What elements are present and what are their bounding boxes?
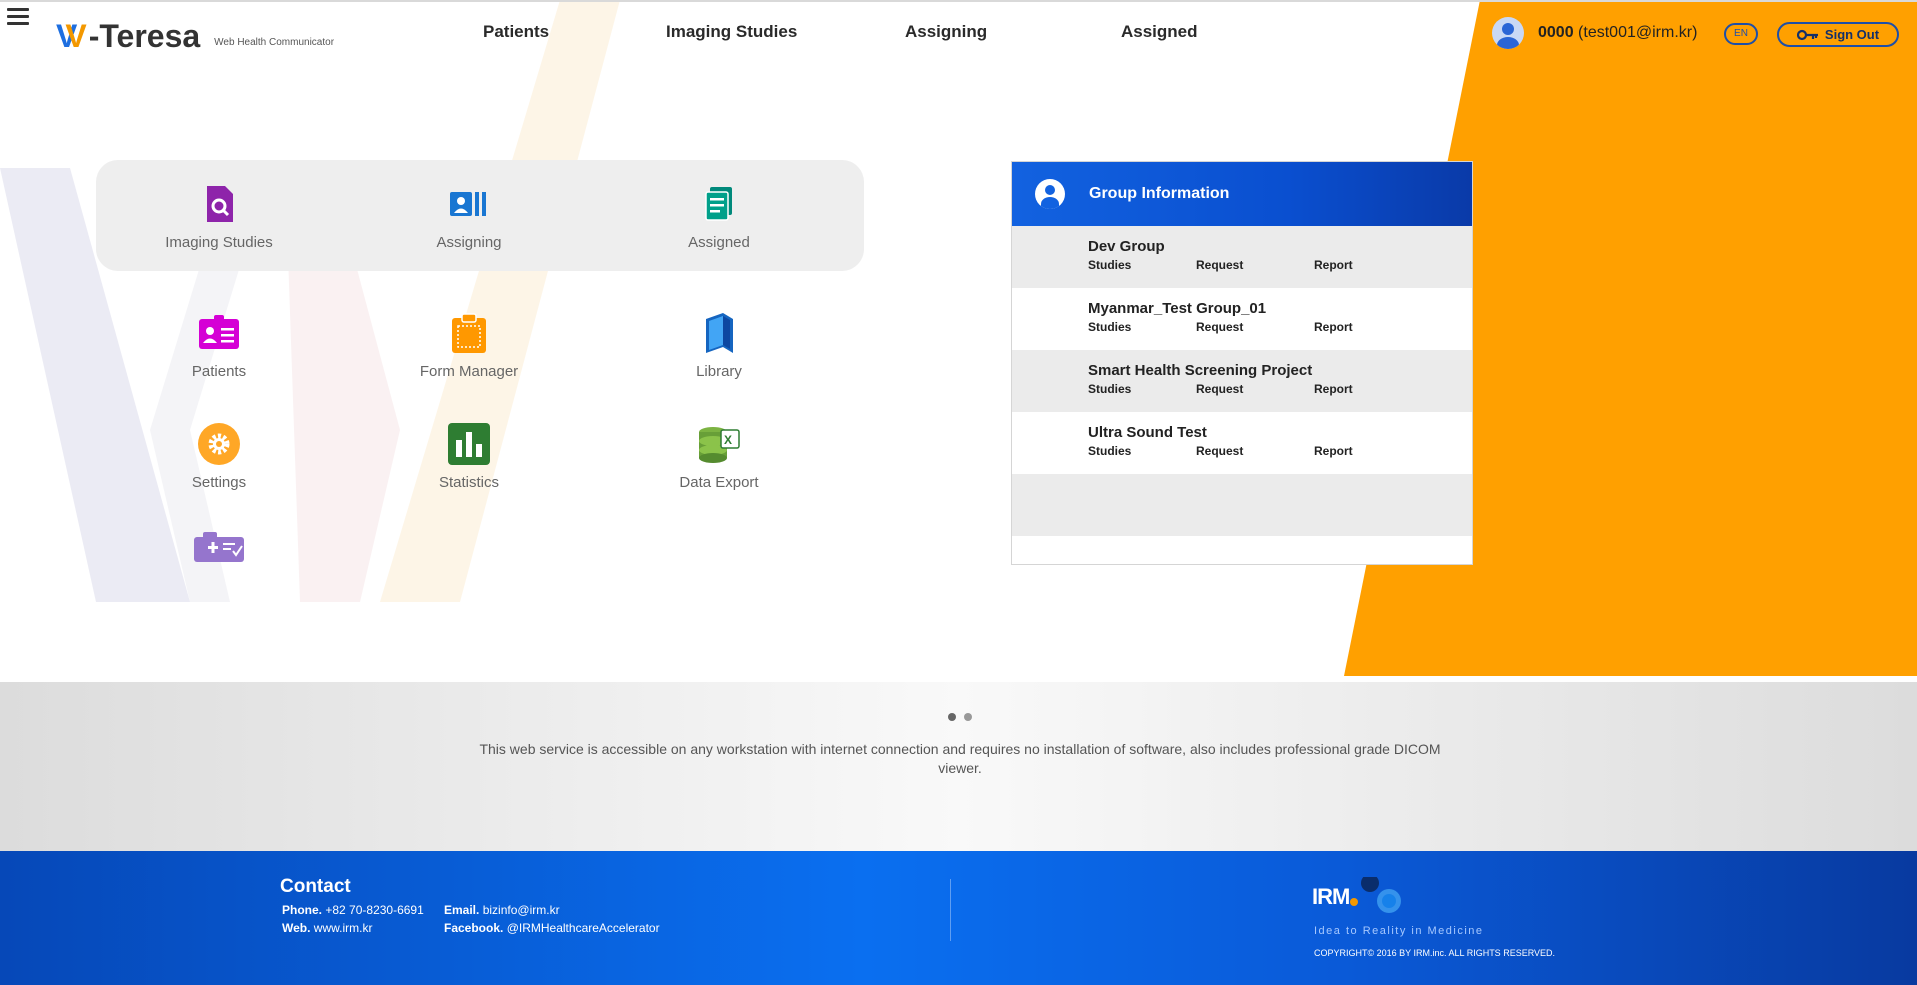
document-list-icon bbox=[705, 187, 732, 221]
menu-statistics-label: Statistics bbox=[438, 474, 499, 491]
menu-assigning-label: Assigning bbox=[436, 234, 502, 251]
irm-logo: IRM bbox=[1312, 877, 1408, 917]
assign-card-icon bbox=[450, 192, 486, 216]
irm-tagline: Idea to Reality in Medicine bbox=[1314, 925, 1484, 937]
banner-description: This web service is accessible on any wo… bbox=[479, 741, 1441, 776]
group-row[interactable]: Myanmar_Test Group_01 Studies Request Re… bbox=[1012, 288, 1472, 350]
group-report-link[interactable]: Report bbox=[1314, 258, 1353, 272]
email-label: Email. bbox=[444, 903, 480, 917]
sign-out-button[interactable]: Sign Out bbox=[1777, 22, 1899, 47]
group-row[interactable]: Smart Health Screening Project Studies R… bbox=[1012, 350, 1472, 412]
logo-w-mark: VV bbox=[56, 18, 87, 54]
book-icon bbox=[706, 313, 733, 353]
email-link[interactable]: bizinfo@irm.kr bbox=[483, 903, 560, 917]
menu-settings[interactable]: Settings bbox=[119, 422, 319, 491]
bar-chart-icon bbox=[448, 423, 490, 465]
group-report-link[interactable]: Report bbox=[1314, 444, 1353, 458]
menu-form-manager[interactable]: Form Manager bbox=[369, 311, 569, 380]
document-search-icon bbox=[207, 186, 233, 222]
contact-web: Web. www.irm.kr bbox=[282, 921, 372, 935]
clipboard-icon bbox=[452, 313, 486, 353]
group-name: Myanmar_Test Group_01 bbox=[1088, 300, 1267, 317]
menu-data-export[interactable]: X Data Export bbox=[619, 422, 819, 491]
user-id: 0000 bbox=[1538, 24, 1574, 41]
menu-assigned[interactable]: Assigned bbox=[619, 182, 819, 251]
nav-assigning[interactable]: Assigning bbox=[905, 22, 987, 42]
group-request-link[interactable]: Request bbox=[1196, 444, 1243, 458]
menu-form-manager-label: Form Manager bbox=[419, 363, 519, 380]
hamburger-menu-icon[interactable] bbox=[7, 8, 29, 26]
group-studies-link[interactable]: Studies bbox=[1088, 444, 1131, 458]
group-information-title: Group Information bbox=[1089, 185, 1230, 202]
web-label: Web. bbox=[282, 921, 311, 935]
logo-name: -Teresa bbox=[88, 18, 201, 54]
footer: Contact Phone. +82 70-8230-6691 Email. b… bbox=[0, 851, 1917, 985]
contact-email: Email. bizinfo@irm.kr bbox=[444, 903, 560, 917]
web-link[interactable]: www.irm.kr bbox=[314, 921, 373, 935]
group-report-link[interactable]: Report bbox=[1314, 382, 1353, 396]
menu-statistics[interactable]: Statistics bbox=[369, 422, 569, 491]
user-label: 0000 (test001@irm.kr) bbox=[1538, 24, 1697, 42]
irm-logo-dot bbox=[1350, 898, 1359, 906]
group-request-link[interactable]: Request bbox=[1196, 258, 1243, 272]
top-header: VV -Teresa Web Health Communicator Patie… bbox=[0, 0, 1917, 62]
menu-library[interactable]: Library bbox=[619, 311, 819, 380]
menu-patients-label: Patients bbox=[191, 363, 247, 380]
group-name: Dev Group bbox=[1088, 238, 1165, 255]
group-empty-row bbox=[1012, 474, 1472, 536]
group-row[interactable]: Dev Group Studies Request Report bbox=[1012, 226, 1472, 288]
sign-out-label: Sign Out bbox=[1824, 27, 1880, 42]
group-request-link[interactable]: Request bbox=[1196, 320, 1243, 334]
logo-subtitle: Web Health Communicator bbox=[214, 37, 335, 48]
nav-patients[interactable]: Patients bbox=[483, 22, 549, 42]
menu-assigning[interactable]: Assigning bbox=[369, 182, 569, 251]
menu-imaging-studies-label: Imaging Studies bbox=[165, 234, 273, 251]
irm-logo-circles bbox=[1361, 877, 1402, 913]
user-info[interactable]: 0000 (test001@irm.kr) bbox=[1492, 17, 1697, 49]
group-studies-link[interactable]: Studies bbox=[1088, 258, 1131, 272]
contact-phone: Phone. +82 70-8230-6691 bbox=[282, 903, 424, 917]
menu-patients[interactable]: Patients bbox=[119, 311, 319, 380]
menu-library-label: Library bbox=[696, 363, 742, 380]
footer-divider bbox=[950, 879, 951, 941]
group-information-panel: Group Information Dev Group Studies Requ… bbox=[1011, 161, 1473, 565]
carousel-dot-active[interactable] bbox=[948, 713, 956, 721]
group-name: Smart Health Screening Project bbox=[1088, 362, 1313, 379]
phone-label: Phone. bbox=[282, 903, 323, 917]
medical-kit-check-icon bbox=[194, 532, 244, 562]
contact-title: Contact bbox=[280, 876, 351, 897]
group-request-link[interactable]: Request bbox=[1196, 382, 1243, 396]
menu-settings-label: Settings bbox=[191, 474, 247, 491]
user-email: (test001@irm.kr) bbox=[1578, 24, 1698, 41]
group-user-icon bbox=[1035, 179, 1065, 209]
patient-id-card-icon bbox=[199, 315, 239, 349]
menu-imaging-studies[interactable]: Imaging Studies bbox=[119, 182, 319, 251]
contact-facebook: Facebook. @IRMHealthcareAccelerator bbox=[444, 921, 660, 935]
gear-icon bbox=[198, 423, 240, 465]
group-information-header: Group Information bbox=[1012, 162, 1472, 226]
key-icon bbox=[1796, 29, 1818, 40]
user-avatar-icon bbox=[1492, 17, 1524, 49]
group-studies-link[interactable]: Studies bbox=[1088, 382, 1131, 396]
copyright: COPYRIGHT© 2016 BY IRM.inc. ALL RIGHTS R… bbox=[1314, 948, 1556, 958]
facebook-label: Facebook. bbox=[444, 921, 504, 935]
group-studies-link[interactable]: Studies bbox=[1088, 320, 1131, 334]
carousel-dots bbox=[948, 713, 980, 721]
group-report-link[interactable]: Report bbox=[1314, 320, 1353, 334]
facebook-link[interactable]: @IRMHealthcareAccelerator bbox=[507, 921, 660, 935]
phone-value: +82 70-8230-6691 bbox=[325, 903, 424, 917]
nav-assigned[interactable]: Assigned bbox=[1121, 22, 1198, 42]
app-logo[interactable]: VV -Teresa Web Health Communicator bbox=[56, 14, 334, 54]
irm-logo-text: IRM bbox=[1312, 884, 1350, 909]
language-button[interactable]: EN bbox=[1724, 23, 1758, 45]
svg-text:X: X bbox=[724, 433, 732, 447]
carousel-dot[interactable] bbox=[964, 713, 972, 721]
menu-data-export-label: Data Export bbox=[679, 474, 759, 491]
group-row[interactable]: Ultra Sound Test Studies Request Report bbox=[1012, 412, 1472, 474]
menu-assigned-label: Assigned bbox=[688, 234, 750, 251]
menu-medical-kit[interactable] bbox=[119, 531, 319, 563]
nav-imaging-studies[interactable]: Imaging Studies bbox=[666, 22, 797, 42]
group-name: Ultra Sound Test bbox=[1088, 424, 1207, 441]
excel-database-icon: X bbox=[699, 427, 740, 463]
